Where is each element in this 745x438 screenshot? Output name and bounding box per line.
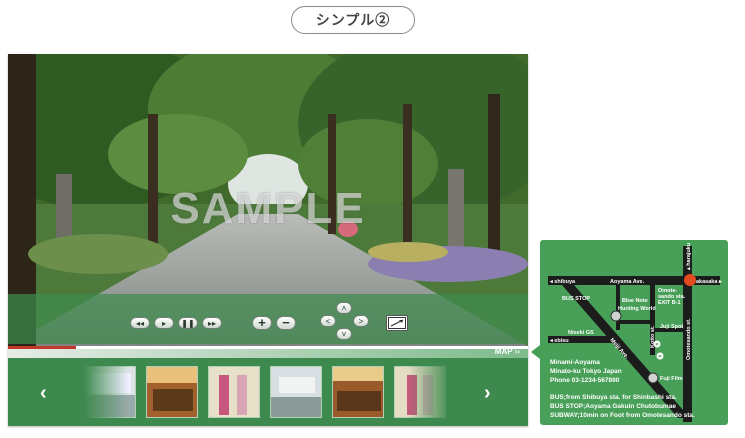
access-bus: BUS;from Shibuya sta. for Shinbashi sta. [550,394,677,401]
pan-right-button[interactable]: > [353,315,369,327]
page-title: シンプル② [291,6,415,34]
thumbs-next-button[interactable]: › [484,382,491,405]
pan-up-button[interactable]: ˄ [336,302,352,314]
thumbnail[interactable] [146,366,198,418]
landmark-niseki: Niseki GS [568,330,594,336]
progress-strip [8,349,528,358]
thumbnail[interactable] [332,366,384,418]
progress-fill [8,346,76,349]
parking-icon: P [656,342,659,347]
pause-button[interactable]: ❚❚ [178,317,198,329]
landmark-omotesando-3: EXIT B-1 [658,300,681,306]
landmark-blue-note: Blue Note [622,298,648,304]
landmark-hunting-world: Hunting World [618,306,656,312]
access-subway: SUBWAY;10min on Foot from Omotesando sta… [550,412,695,419]
expand-icon [388,317,406,329]
street-shibuya: ◂ shibuya [549,279,576,285]
map-pointer [531,345,540,359]
rewind-button[interactable]: ◂◂ [130,317,150,329]
address-line: Minato-ku Tokyo Japan [550,368,622,375]
parking-icon: P [659,354,662,359]
destination-marker [684,274,696,286]
play-button[interactable]: ▸ [154,317,174,329]
progress-bar[interactable]: MAP ›› [8,346,528,358]
landmark-fuji-film: Fuji Film [660,376,683,382]
panorama-viewer[interactable]: SAMPLE ◂◂ ▸ ❚❚ ▸▸ + − ˄ < > ˅ MAP ›› ‹ › [8,54,528,426]
landmark-bus-stop: BUS STOP [562,296,590,302]
thumbnail[interactable] [208,366,260,418]
control-bar: ◂◂ ▸ ❚❚ ▸▸ + − ˄ < > ˅ [8,294,528,344]
street-harajuku: ▴ harajuku [686,243,692,271]
landmark-juji-spot: Juji Spot [660,324,683,330]
double-chevron-right-icon: ›› [514,347,520,356]
thumbnail[interactable] [270,366,322,418]
pan-left-button[interactable]: < [320,315,336,327]
street-ebisu: ◂ ebisu [549,338,569,344]
address-line: Minami-Aoyama [550,359,600,366]
pan-down-button[interactable]: ˅ [336,328,352,340]
street-omotesando: Omotesando st. [686,318,692,360]
access-bus-stop: BUS STOP;Aoyama Gakuin Chutobumae [550,403,676,410]
street-akasaka: akasaka ▸ [696,279,723,285]
map-toggle-button[interactable]: MAP ›› [495,347,520,356]
sample-watermark: SAMPLE [170,184,366,233]
phone-line: Phone 03-1234-567890 [550,377,620,384]
thumbnail[interactable] [394,366,446,418]
street-aoyama: Aoyama Ave. [610,279,645,285]
thumbnail[interactable] [84,366,136,418]
forward-button[interactable]: ▸▸ [202,317,222,329]
thumbs-prev-button[interactable]: ‹ [40,382,47,405]
access-map-panel: ◂ shibuya Aoyama Ave. akasaka ▸ ◂ ebisu … [540,240,728,425]
thumbnail-strip: ‹ › [8,358,528,426]
zoom-in-button[interactable]: + [252,316,272,330]
zoom-out-button[interactable]: − [276,316,296,330]
fullscreen-button[interactable] [386,315,408,331]
map-toggle-label: MAP [494,347,513,356]
